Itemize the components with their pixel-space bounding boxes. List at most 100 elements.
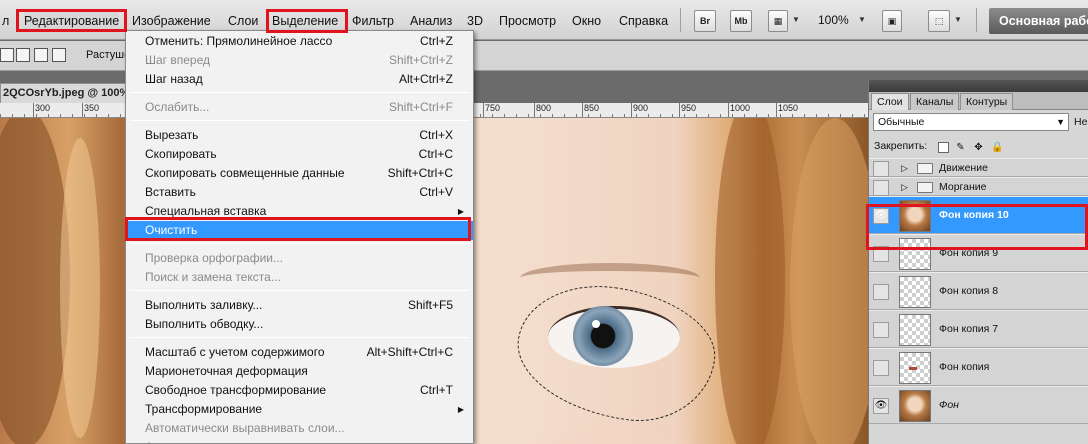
bridge-button[interactable]: Br xyxy=(694,10,716,32)
menu-item-label: Ослабить... xyxy=(145,100,210,114)
menu-item[interactable]: Вырезать Ctrl+X xyxy=(126,126,473,145)
menu-item[interactable]: Очистить xyxy=(126,221,473,240)
visibility-eye-icon[interactable] xyxy=(873,246,889,262)
menu-item-shortcut: Ctrl+C xyxy=(418,147,453,161)
screen-mode-button[interactable]: ⬚ xyxy=(928,10,950,32)
layer-group-row[interactable]: ▷ Движение xyxy=(869,158,1088,177)
arrange-documents-button[interactable]: ▣ xyxy=(882,10,902,32)
ruler-label: 800 xyxy=(536,103,552,113)
chevron-down-icon[interactable]: ▼ xyxy=(858,15,866,24)
tab-paths[interactable]: Контуры xyxy=(960,93,1014,110)
menu-item-shortcut: Ctrl+X xyxy=(419,128,453,142)
layer-name: Фон копия 10 xyxy=(939,209,1009,221)
menu-item-label: Отменить: Прямолинейное лассо xyxy=(145,34,333,48)
menu-item-label: Трансформирование xyxy=(145,402,263,416)
menu-item-select[interactable]: Выделение xyxy=(272,12,338,30)
tab-layers[interactable]: Слои xyxy=(871,93,909,110)
visibility-eye-icon[interactable] xyxy=(873,284,889,300)
menu-item: А xyxy=(126,438,473,444)
selection-mode-subtract-icon[interactable] xyxy=(34,48,48,62)
photoshop-window: л Редактирование Изображение Слои Выделе… xyxy=(0,0,1088,444)
visibility-eye-icon[interactable] xyxy=(873,360,889,376)
ruler-label: 750 xyxy=(485,103,501,113)
menu-item-help[interactable]: Справка xyxy=(619,12,668,30)
menu-item-image[interactable]: Изображение xyxy=(132,12,211,30)
menu-item: Проверка орфографии... xyxy=(126,249,473,268)
view-extras-button[interactable]: ▦ xyxy=(768,10,788,32)
hair-strand xyxy=(790,118,868,444)
menu-item[interactable]: Трансформирование ▶ xyxy=(126,400,473,419)
tab-channels[interactable]: Каналы xyxy=(910,93,960,110)
layer-row[interactable]: Фон копия 8 xyxy=(869,272,1088,310)
lock-all-icon[interactable]: 🔒 xyxy=(991,142,1003,153)
zoom-level[interactable]: 100% xyxy=(818,13,849,27)
lock-position-move-icon[interactable]: ✥ xyxy=(973,142,984,153)
lock-pixels-brush-icon[interactable]: ✎ xyxy=(955,142,966,153)
layer-row[interactable]: Фон копия 9 xyxy=(869,234,1088,272)
menu-item[interactable]: Свободное трансформирование Ctrl+T xyxy=(126,381,473,400)
layer-thumbnail xyxy=(899,238,931,270)
menu-item[interactable]: Выполнить обводку... xyxy=(126,315,473,334)
mini-bridge-button[interactable]: Mb xyxy=(730,10,752,32)
menu-item-shortcut: Shift+Ctrl+Z xyxy=(388,53,453,67)
menu-item: Автоматически выравнивать слои... xyxy=(126,419,473,438)
layer-name: Фон копия 7 xyxy=(939,323,999,335)
menu-item[interactable]: Марионеточная деформация xyxy=(126,362,473,381)
menu-item[interactable]: Скопировать Ctrl+C xyxy=(126,145,473,164)
visibility-eye-icon[interactable] xyxy=(873,179,889,196)
selection-mode-intersect-icon[interactable] xyxy=(52,48,66,62)
layer-row[interactable]: 👁 Фон копия 10 xyxy=(869,196,1088,234)
workspace-switcher-button[interactable]: Основная рабочая xyxy=(989,8,1088,34)
visibility-eye-icon[interactable]: 👁 xyxy=(873,398,889,414)
menu-item[interactable]: Масштаб с учетом содержимого Alt+Shift+Ct… xyxy=(126,343,473,362)
menu-item-edit[interactable]: Редактирование xyxy=(24,12,120,30)
expand-triangle-icon[interactable]: ▷ xyxy=(901,163,908,174)
menu-item-label: Проверка орфографии... xyxy=(145,251,283,265)
menu-item[interactable]: Отменить: Прямолинейное лассо Ctrl+Z xyxy=(126,32,473,51)
menu-item[interactable]: Вставить Ctrl+V xyxy=(126,183,473,202)
layers-panel: Слои Каналы Контуры Обычные ▼ Неп Закреп… xyxy=(868,80,1088,444)
visibility-eye-icon[interactable] xyxy=(873,160,889,177)
document-tab[interactable]: 2QCOsrYb.jpeg @ 100% xyxy=(0,83,128,103)
menu-item[interactable]: Скопировать совмещенные данные Shift+Ctrl… xyxy=(126,164,473,183)
chevron-down-icon[interactable]: ▼ xyxy=(792,15,800,24)
menu-item-analysis[interactable]: Анализ xyxy=(410,12,452,30)
chevron-down-icon: ▼ xyxy=(1056,117,1065,127)
menu-item-3d[interactable]: 3D xyxy=(467,12,483,30)
layer-row[interactable]: 👁 Фон xyxy=(869,386,1088,424)
layer-group-row[interactable]: ▷ Моргание xyxy=(869,177,1088,196)
expand-triangle-icon[interactable]: ▷ xyxy=(901,182,908,193)
menu-item-shortcut: Shift+Ctrl+C xyxy=(387,166,453,180)
menu-item-filter[interactable]: Фильтр xyxy=(352,12,394,30)
visibility-eye-icon[interactable]: 👁 xyxy=(873,208,889,224)
lock-transparency-icon[interactable] xyxy=(938,142,949,153)
selection-mode-new-icon[interactable] xyxy=(0,48,14,62)
menu-separator xyxy=(130,120,469,121)
layer-row[interactable]: Фон копия 7 xyxy=(869,310,1088,348)
lock-label: Закрепить: xyxy=(874,140,928,152)
menu-item: Поиск и замена текста... xyxy=(126,268,473,287)
selection-mode-add-icon[interactable] xyxy=(16,48,30,62)
blend-mode-select[interactable]: Обычные ▼ xyxy=(873,113,1069,131)
menu-item-window[interactable]: Окно xyxy=(572,12,601,30)
menu-item-label: Шаг вперед xyxy=(145,53,211,67)
layer-row[interactable]: Фон копия xyxy=(869,348,1088,386)
visibility-eye-icon[interactable] xyxy=(873,322,889,338)
menu-item[interactable]: Специальная вставка ▶ xyxy=(126,202,473,221)
folder-icon xyxy=(917,163,933,174)
menu-separator xyxy=(130,243,469,244)
menu-item-file[interactable]: л xyxy=(2,12,9,30)
lasso-selection[interactable] xyxy=(508,274,724,432)
panel-header[interactable] xyxy=(869,80,1088,92)
menu-item[interactable]: Выполнить заливку... Shift+F5 xyxy=(126,296,473,315)
toolbar-separator xyxy=(976,8,977,32)
grid-icon: ▦ xyxy=(773,16,783,26)
menu-item-view[interactable]: Просмотр xyxy=(499,12,556,30)
menu-item-label: Автоматически выравнивать слои... xyxy=(145,421,345,435)
ruler-label: 850 xyxy=(584,103,600,113)
menu-item-layers[interactable]: Слои xyxy=(228,12,258,30)
chevron-down-icon[interactable]: ▼ xyxy=(954,15,962,24)
submenu-arrow-icon: ▶ xyxy=(457,405,464,414)
layer-name: Фон копия 9 xyxy=(939,247,999,259)
menu-item[interactable]: Шаг назад Alt+Ctrl+Z xyxy=(126,70,473,89)
